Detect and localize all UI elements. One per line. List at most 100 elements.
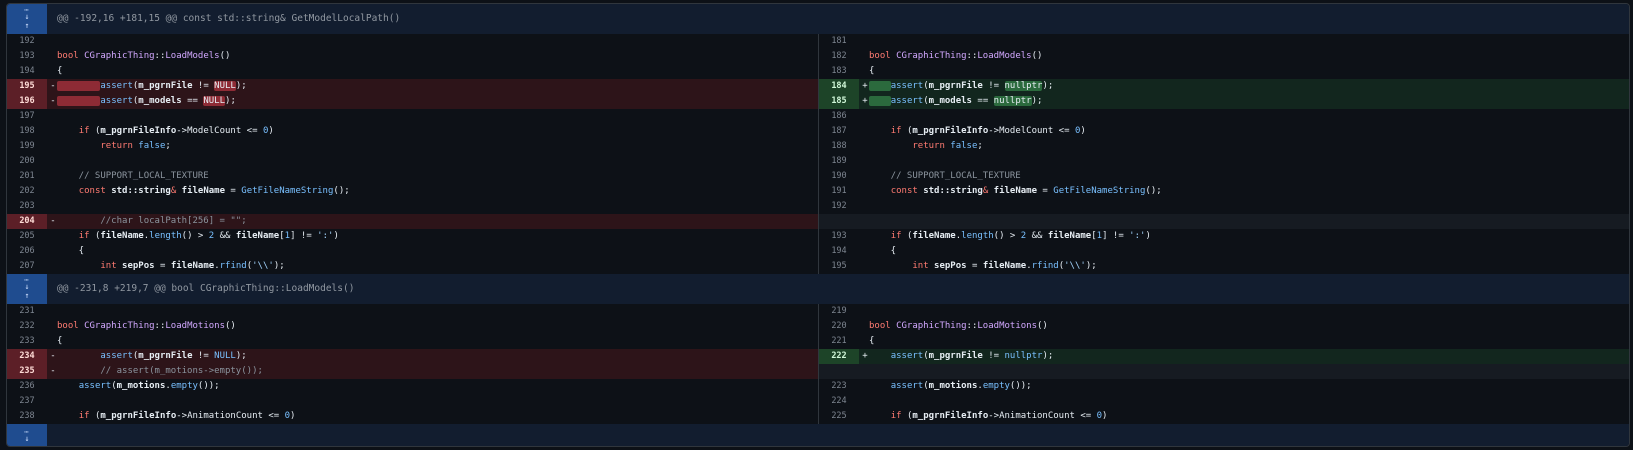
line-number[interactable]: 185 [819,94,859,109]
left-line: 193 bool CGraphicThing::LoadModels() [7,49,819,64]
line-number[interactable]: 221 [819,334,859,349]
line-number[interactable]: 207 [7,259,47,274]
expand-hunk-button[interactable]: ⋯ ↓ ↑ [7,274,47,304]
expand-down-button[interactable]: ⋯ ↓ [7,424,47,446]
diff-row: 205 if (fileName.length() > 2 && fileNam… [7,229,1629,244]
line-number[interactable]: 183 [819,64,859,79]
line-number[interactable]: 237 [7,394,47,409]
diff-row: 236 assert(m_motions.empty()); 223 assert… [7,379,1629,394]
line-number[interactable]: 193 [7,49,47,64]
line-number[interactable]: 187 [819,124,859,139]
code-text: // SUPPORT_LOCAL_TEXTURE [869,171,1021,181]
code-text: { [869,66,875,76]
line-number[interactable] [819,214,859,229]
left-line: 192 [7,34,819,49]
left-line: 235- // assert(m_motions->empty()); [7,364,819,379]
left-line: 203 [7,199,819,214]
right-line: 225 if (m_pgrnFileInfo->AnimationCount <… [819,409,1629,424]
line-number[interactable]: 225 [819,409,859,424]
line-number[interactable]: 236 [7,379,47,394]
code-text: { [57,246,85,256]
line-number[interactable]: 233 [7,334,47,349]
line-number[interactable]: 231 [7,304,47,319]
code-text: assert(m_motions.empty()); [890,381,1032,391]
line-number[interactable]: 206 [7,244,47,259]
diff-row: 233 {221 { [7,334,1629,349]
line-number[interactable]: 203 [7,199,47,214]
left-line: 205 if (fileName.length() > 2 && fileNam… [7,229,819,244]
code-text: if (m_pgrnFileInfo->AnimationCount <= 0) [890,411,1108,421]
line-number[interactable]: 197 [7,109,47,124]
line-number[interactable]: 195 [7,79,47,94]
code-text: // assert(m_motions->empty()); [57,366,263,376]
line-number[interactable]: 219 [819,304,859,319]
line-number[interactable]: 192 [7,34,47,49]
line-number[interactable]: 201 [7,169,47,184]
right-line [819,214,1629,229]
line-number[interactable] [819,364,859,379]
left-line: 199 return false; [7,139,819,154]
code-text: int sepPos = fileName.rfind('\\'); [912,261,1097,271]
right-line: 191 const std::string& fileName = GetFil… [819,184,1629,199]
diff-row: 204- //char localPath[256] = ""; [7,214,1629,229]
left-line: 201 // SUPPORT_LOCAL_TEXTURE [7,169,819,184]
line-number[interactable]: 198 [7,124,47,139]
left-line: 207 int sepPos = fileName.rfind('\\'); [7,259,819,274]
right-line: 190 // SUPPORT_LOCAL_TEXTURE [819,169,1629,184]
line-number[interactable]: 194 [7,64,47,79]
line-number[interactable]: 220 [819,319,859,334]
line-number[interactable]: 235 [7,364,47,379]
hunk-header-text: @@ -192,16 +181,15 @@ const std::string&… [57,13,401,24]
line-number[interactable]: 184 [819,79,859,94]
diff-row: 195- assert(m_pgrnFile != NULL); 184 + ass… [7,79,1629,94]
line-number[interactable]: 192 [819,199,859,214]
left-line: 234- assert(m_pgrnFile != NULL); [7,349,819,364]
right-line: 187 if (m_pgrnFileInfo->ModelCount <= 0) [819,124,1629,139]
right-line: 186 [819,109,1629,124]
right-line: 219 [819,304,1629,319]
left-line: 233 { [7,334,819,349]
line-number[interactable]: 204 [7,214,47,229]
line-number[interactable]: 194 [819,244,859,259]
left-line: 198 if (m_pgrnFileInfo->ModelCount <= 0) [7,124,819,139]
line-number[interactable]: 190 [819,169,859,184]
line-number[interactable]: 238 [7,409,47,424]
line-number[interactable]: 188 [819,139,859,154]
line-number[interactable]: 181 [819,34,859,49]
code-text: const std::string& fileName = GetFileNam… [78,186,350,196]
hunk-header: ⋯ ↓ ↑ @@ -192,16 +181,15 @@ const std::stri… [7,4,1629,34]
right-line: 221 { [819,334,1629,349]
code-text: bool CGraphicThing::LoadModels() [869,51,1043,61]
expand-hunk-button[interactable]: ⋯ ↓ ↑ [7,4,47,34]
code-text: { [57,336,63,346]
code-text: int sepPos = fileName.rfind('\\'); [100,261,285,271]
line-number[interactable]: 182 [819,49,859,64]
line-number[interactable]: 200 [7,154,47,169]
code-text: { [57,66,63,76]
line-number[interactable]: 199 [7,139,47,154]
line-number[interactable]: 232 [7,319,47,334]
code-text: assert(m_motions.empty()); [78,381,220,391]
left-line: 202 const std::string& fileName = GetFil… [7,184,819,199]
expand-down-icon: ↓ [24,433,30,443]
line-number[interactable]: 205 [7,229,47,244]
line-number[interactable]: 195 [819,259,859,274]
diff-row: 198 if (m_pgrnFileInfo->ModelCount <= 0)… [7,124,1629,139]
line-number[interactable]: 234 [7,349,47,364]
line-number[interactable]: 223 [819,379,859,394]
line-number[interactable]: 222 [819,349,859,364]
code-text: if (m_pgrnFileInfo->AnimationCount <= 0) [78,411,296,421]
line-number[interactable]: 193 [819,229,859,244]
line-number[interactable]: 224 [819,394,859,409]
line-number[interactable]: 202 [7,184,47,199]
right-line: 182 bool CGraphicThing::LoadModels() [819,49,1629,64]
line-number[interactable]: 196 [7,94,47,109]
line-number[interactable]: 189 [819,154,859,169]
code-text: return false; [912,141,983,151]
code-text: // SUPPORT_LOCAL_TEXTURE [57,171,209,181]
diff-row: 197 186 [7,109,1629,124]
line-number[interactable]: 186 [819,109,859,124]
line-number[interactable]: 191 [819,184,859,199]
left-line: 204- //char localPath[256] = ""; [7,214,819,229]
code-text: if (m_pgrnFileInfo->ModelCount <= 0) [890,126,1086,136]
